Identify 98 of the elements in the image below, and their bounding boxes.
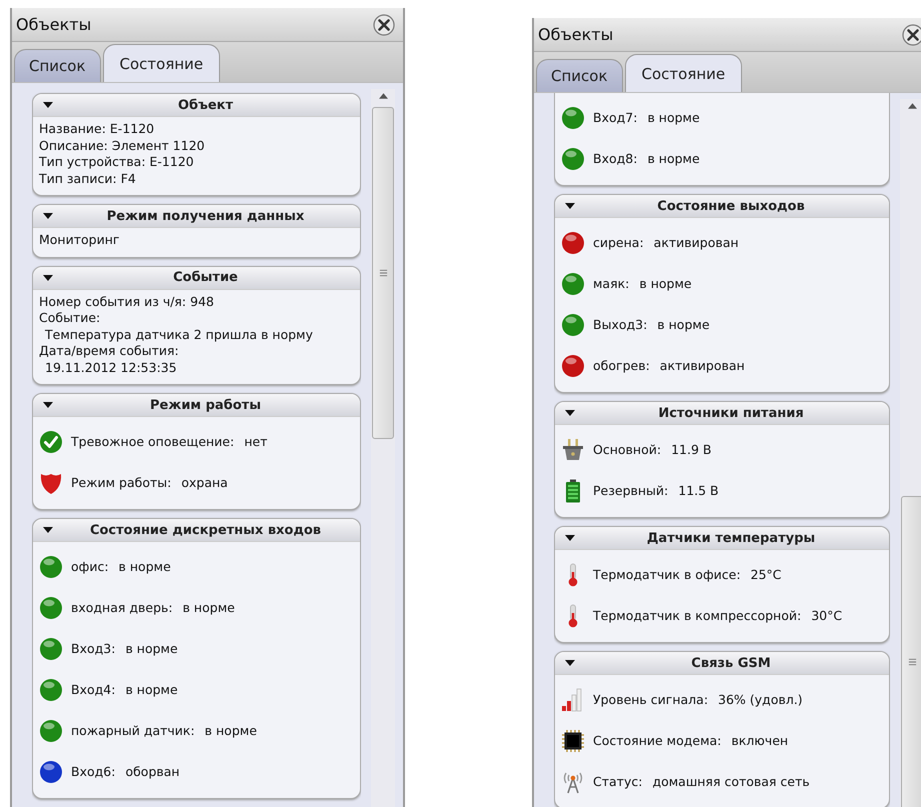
status-label: маяк: bbox=[593, 276, 630, 291]
scrollbar[interactable] bbox=[371, 89, 395, 807]
status-label: Уровень сигнала: bbox=[593, 692, 708, 707]
tab[interactable]: Список bbox=[536, 59, 623, 92]
collapse-triangle-icon[interactable] bbox=[43, 213, 53, 219]
status-value: включен bbox=[731, 733, 788, 748]
status-label: входная дверь: bbox=[71, 600, 173, 615]
status-value: 11.5 В bbox=[678, 483, 719, 498]
status-label: Термодатчик в офисе: bbox=[593, 567, 741, 582]
status-value: в норме bbox=[125, 682, 178, 697]
status-value: нет bbox=[244, 434, 268, 449]
section-header[interactable]: Режим работы bbox=[33, 394, 360, 417]
status-value: 30°C bbox=[811, 608, 842, 623]
status-label: Вход6: bbox=[71, 764, 116, 779]
section-header[interactable]: Связь GSM bbox=[555, 652, 889, 675]
section-title: Событие bbox=[173, 270, 238, 285]
section-title: Объект bbox=[178, 98, 234, 112]
info-line: Тип записи: F4 bbox=[39, 170, 137, 187]
status-value: 25°C bbox=[750, 567, 782, 582]
status-label: Вход8: bbox=[593, 151, 638, 166]
info-line: Событие: bbox=[39, 310, 102, 326]
section-header[interactable]: Источники питания bbox=[555, 402, 889, 425]
section-header[interactable]: Датчики температуры bbox=[555, 527, 889, 550]
status-value: в норме bbox=[125, 641, 178, 656]
status-label: пожарный датчик: bbox=[71, 723, 195, 738]
info-line: Номер события из ч/я: 948 bbox=[39, 294, 215, 310]
tab[interactable]: Состояние bbox=[102, 44, 220, 82]
chip-icon bbox=[561, 728, 585, 752]
status-label: сирена: bbox=[593, 235, 644, 250]
status-label: Режим работы: bbox=[71, 475, 172, 490]
close-icon[interactable] bbox=[902, 24, 921, 46]
tab[interactable]: Список bbox=[14, 49, 101, 82]
section-title: Источники питания bbox=[658, 406, 804, 420]
status-label: Основной: bbox=[593, 442, 662, 457]
scrollbar-thumb[interactable] bbox=[901, 496, 921, 807]
status-label: Состояние модема: bbox=[593, 733, 722, 748]
collapse-triangle-icon[interactable] bbox=[565, 410, 575, 416]
panel-title: Объекты bbox=[16, 15, 92, 34]
info-line: Описание: Элемент 1120 bbox=[39, 138, 206, 154]
scrollbar-thumb[interactable] bbox=[372, 107, 394, 439]
status-value: в норме bbox=[657, 317, 710, 332]
status-value: в норме bbox=[647, 151, 700, 166]
section-header[interactable]: Событие bbox=[33, 266, 360, 290]
status-label: обогрев: bbox=[593, 358, 650, 373]
section-header[interactable]: Объект bbox=[33, 94, 360, 117]
section-title: Связь GSM bbox=[691, 656, 771, 670]
status-value: активирован bbox=[654, 235, 739, 250]
section-title: Состояние дискретных входов bbox=[90, 522, 322, 538]
status-label: Статус: bbox=[593, 774, 642, 789]
status-label: Выход3: bbox=[593, 317, 648, 332]
collapse-triangle-icon[interactable] bbox=[565, 203, 575, 209]
status-label: Термодатчик в компрессорной: bbox=[593, 608, 802, 623]
status-value: 36% (удовл.) bbox=[718, 692, 803, 707]
status-label: Вход7: bbox=[593, 110, 638, 125]
status-value: в норме bbox=[204, 723, 257, 738]
collapse-triangle-icon[interactable] bbox=[43, 274, 53, 280]
status-value: в норме bbox=[118, 559, 171, 574]
section-header[interactable]: Состояние дискретных входов bbox=[33, 519, 360, 542]
collapse-triangle-icon[interactable] bbox=[565, 535, 575, 541]
grip-icon bbox=[908, 658, 916, 666]
collapse-triangle-icon[interactable] bbox=[43, 402, 53, 408]
plug-icon bbox=[561, 438, 585, 462]
info-line: 19.11.2012 12:53:35 bbox=[44, 360, 178, 376]
info-line: Дата/время события: bbox=[39, 343, 180, 360]
check-icon bbox=[39, 430, 63, 454]
info-line: Тип устройства: E-1120 bbox=[39, 154, 195, 170]
info-line: Температура датчика 2 пришла в норму bbox=[44, 326, 314, 343]
info-line: Название: E-1120 bbox=[39, 121, 156, 138]
status-value: в норме bbox=[639, 276, 692, 291]
scroll-up-arrow-icon[interactable] bbox=[908, 103, 916, 109]
section-title: Датчики температуры bbox=[646, 530, 816, 546]
info-line: Мониторинг bbox=[39, 232, 120, 248]
status-label: офис: bbox=[71, 559, 109, 574]
status-label: Тревожное оповещение: bbox=[71, 434, 234, 449]
status-value: 11.9 В bbox=[671, 442, 712, 457]
status-value: охрана bbox=[181, 475, 228, 490]
status-value: в норме bbox=[182, 600, 235, 615]
scroll-up-arrow-icon[interactable] bbox=[378, 93, 388, 99]
status-value: домашняя сотовая сеть bbox=[652, 774, 810, 789]
collapse-triangle-icon[interactable] bbox=[43, 527, 53, 533]
status-label: Вход3: bbox=[71, 641, 116, 656]
panel-title: Объекты bbox=[538, 25, 614, 44]
section-header[interactable]: Состояние выходов bbox=[555, 195, 889, 218]
close-icon[interactable] bbox=[373, 14, 395, 36]
status-value: активирован bbox=[660, 358, 745, 373]
collapse-triangle-icon[interactable] bbox=[565, 660, 575, 666]
section-title: Режим получения данных bbox=[106, 208, 304, 224]
tab[interactable]: Состояние bbox=[624, 54, 742, 92]
section-title: Состояние выходов bbox=[657, 198, 805, 214]
status-value: в норме bbox=[647, 110, 700, 125]
section-header[interactable]: Режим получения данных bbox=[33, 205, 360, 228]
status-label: Вход4: bbox=[71, 682, 116, 697]
section-title: Режим работы bbox=[150, 398, 261, 412]
collapse-triangle-icon[interactable] bbox=[43, 102, 53, 108]
scrollbar[interactable] bbox=[900, 99, 921, 807]
grip-icon bbox=[378, 269, 388, 277]
status-value: оборван bbox=[125, 764, 180, 779]
status-label: Резервный: bbox=[593, 483, 668, 498]
